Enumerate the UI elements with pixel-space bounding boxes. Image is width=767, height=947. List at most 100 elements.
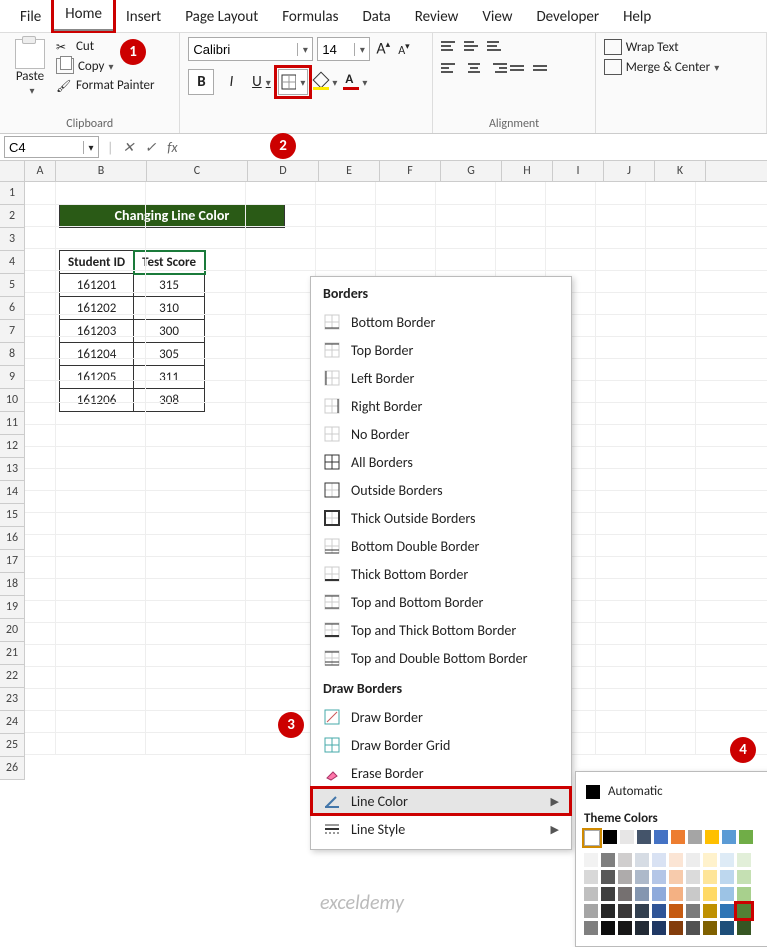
merge-center-button[interactable]: Merge & Center▾ bbox=[604, 57, 758, 77]
border-item[interactable]: Thick Bottom Border bbox=[311, 560, 571, 588]
font-color-button[interactable]: ▾ bbox=[342, 69, 368, 95]
name-box-input[interactable] bbox=[5, 137, 83, 157]
color-swatch[interactable] bbox=[671, 830, 685, 844]
chevron-down-icon[interactable]: ▾ bbox=[297, 43, 312, 56]
row-header-5[interactable]: 5 bbox=[0, 274, 25, 297]
col-header-E[interactable]: E bbox=[319, 161, 380, 181]
color-swatch[interactable] bbox=[652, 921, 666, 935]
align-left-button[interactable] bbox=[441, 59, 461, 77]
select-all-corner[interactable] bbox=[0, 161, 25, 182]
row-header-26[interactable]: 26 bbox=[0, 757, 25, 780]
row-header-22[interactable]: 22 bbox=[0, 665, 25, 688]
cancel-formula-button[interactable]: ✕ bbox=[117, 139, 139, 156]
bold-button[interactable]: B bbox=[188, 69, 214, 95]
color-swatch[interactable] bbox=[686, 904, 700, 918]
color-swatch[interactable] bbox=[722, 830, 736, 844]
tab-home[interactable]: Home bbox=[53, 0, 114, 32]
color-swatch[interactable] bbox=[652, 870, 666, 884]
color-swatch[interactable] bbox=[618, 887, 632, 901]
color-swatch[interactable] bbox=[652, 887, 666, 901]
font-name-input[interactable] bbox=[189, 39, 297, 59]
border-item[interactable]: Thick Outside Borders bbox=[311, 504, 571, 532]
row-header-13[interactable]: 13 bbox=[0, 458, 25, 481]
row-headers[interactable]: 1234567891011121314151617181920212223242… bbox=[0, 182, 25, 780]
color-swatch[interactable] bbox=[620, 830, 634, 844]
borders-button[interactable]: ▾ bbox=[278, 69, 308, 95]
color-swatch[interactable] bbox=[703, 921, 717, 935]
color-swatch[interactable] bbox=[705, 830, 719, 844]
font-size-combo[interactable]: ▾ bbox=[317, 37, 370, 61]
column-headers[interactable]: ABCDEFGHIJK bbox=[25, 161, 767, 182]
tab-pagelayout[interactable]: Page Layout bbox=[173, 2, 270, 32]
chevron-down-icon[interactable]: ▾ bbox=[714, 61, 719, 74]
tab-data[interactable]: Data bbox=[350, 2, 402, 32]
color-swatch[interactable] bbox=[584, 870, 598, 884]
font-name-combo[interactable]: ▾ bbox=[188, 37, 313, 61]
border-item[interactable]: Top and Thick Bottom Border bbox=[311, 616, 571, 644]
color-swatch[interactable] bbox=[720, 921, 734, 935]
color-swatch[interactable] bbox=[737, 870, 751, 884]
chevron-down-icon[interactable]: ▾ bbox=[12, 84, 52, 97]
border-item[interactable]: Right Border bbox=[311, 392, 571, 420]
border-item[interactable]: All Borders bbox=[311, 448, 571, 476]
color-swatch[interactable] bbox=[635, 870, 649, 884]
color-swatch[interactable] bbox=[686, 921, 700, 935]
decrease-indent-button[interactable] bbox=[510, 59, 530, 77]
automatic-color-item[interactable]: Automatic bbox=[584, 780, 764, 803]
color-swatch[interactable] bbox=[703, 887, 717, 901]
color-swatch[interactable] bbox=[618, 870, 632, 884]
row-header-11[interactable]: 11 bbox=[0, 412, 25, 435]
row-header-17[interactable]: 17 bbox=[0, 550, 25, 573]
row-header-24[interactable]: 24 bbox=[0, 711, 25, 734]
col-header-K[interactable]: K bbox=[655, 161, 706, 181]
row-header-1[interactable]: 1 bbox=[0, 182, 25, 205]
tab-developer[interactable]: Developer bbox=[524, 2, 611, 32]
decrease-font-button[interactable]: A▾ bbox=[396, 41, 411, 58]
color-swatch[interactable] bbox=[669, 904, 683, 918]
name-box[interactable]: ▾ bbox=[4, 136, 99, 158]
border-item[interactable]: Left Border bbox=[311, 364, 571, 392]
row-header-4[interactable]: 4 bbox=[0, 251, 25, 274]
line-style-item[interactable]: Line Style▶ bbox=[311, 815, 571, 843]
color-swatch[interactable] bbox=[686, 887, 700, 901]
row-header-2[interactable]: 2 bbox=[0, 205, 25, 228]
col-header-H[interactable]: H bbox=[502, 161, 553, 181]
color-swatch[interactable] bbox=[737, 853, 751, 867]
row-header-7[interactable]: 7 bbox=[0, 320, 25, 343]
format-painter-button[interactable]: Format Painter bbox=[56, 76, 155, 95]
row-header-9[interactable]: 9 bbox=[0, 366, 25, 389]
tab-file[interactable]: File bbox=[8, 2, 53, 32]
color-swatch[interactable] bbox=[584, 853, 598, 867]
increase-font-button[interactable]: A▴ bbox=[374, 39, 392, 58]
color-swatch[interactable] bbox=[618, 921, 632, 935]
chevron-down-icon[interactable]: ▾ bbox=[266, 76, 271, 89]
row-header-14[interactable]: 14 bbox=[0, 481, 25, 504]
color-swatch[interactable] bbox=[601, 904, 615, 918]
col-header-B[interactable]: B bbox=[56, 161, 147, 181]
color-swatch[interactable] bbox=[603, 830, 617, 844]
border-item[interactable]: Bottom Border bbox=[311, 308, 571, 336]
color-swatch[interactable] bbox=[635, 887, 649, 901]
erase-border-item[interactable]: Erase Border bbox=[311, 759, 571, 787]
col-header-G[interactable]: G bbox=[441, 161, 502, 181]
border-item[interactable]: Outside Borders bbox=[311, 476, 571, 504]
color-swatch[interactable] bbox=[601, 853, 615, 867]
align-right-button[interactable] bbox=[487, 59, 507, 77]
color-swatch[interactable] bbox=[739, 830, 753, 844]
row-header-23[interactable]: 23 bbox=[0, 688, 25, 711]
row-header-12[interactable]: 12 bbox=[0, 435, 25, 458]
align-bottom-button[interactable] bbox=[487, 37, 507, 55]
color-swatch[interactable] bbox=[654, 830, 668, 844]
color-swatch[interactable] bbox=[720, 853, 734, 867]
color-swatch[interactable] bbox=[703, 870, 717, 884]
italic-button[interactable]: I bbox=[218, 69, 244, 95]
chevron-down-icon[interactable]: ▾ bbox=[108, 60, 113, 73]
increase-indent-button[interactable] bbox=[533, 59, 553, 77]
draw-border-item[interactable]: Draw Border bbox=[311, 703, 571, 731]
row-header-8[interactable]: 8 bbox=[0, 343, 25, 366]
color-swatch[interactable] bbox=[686, 870, 700, 884]
color-swatch[interactable] bbox=[584, 830, 600, 846]
chevron-down-icon[interactable]: ▾ bbox=[300, 76, 305, 89]
draw-border-grid-item[interactable]: Draw Border Grid bbox=[311, 731, 571, 759]
align-top-button[interactable] bbox=[441, 37, 461, 55]
